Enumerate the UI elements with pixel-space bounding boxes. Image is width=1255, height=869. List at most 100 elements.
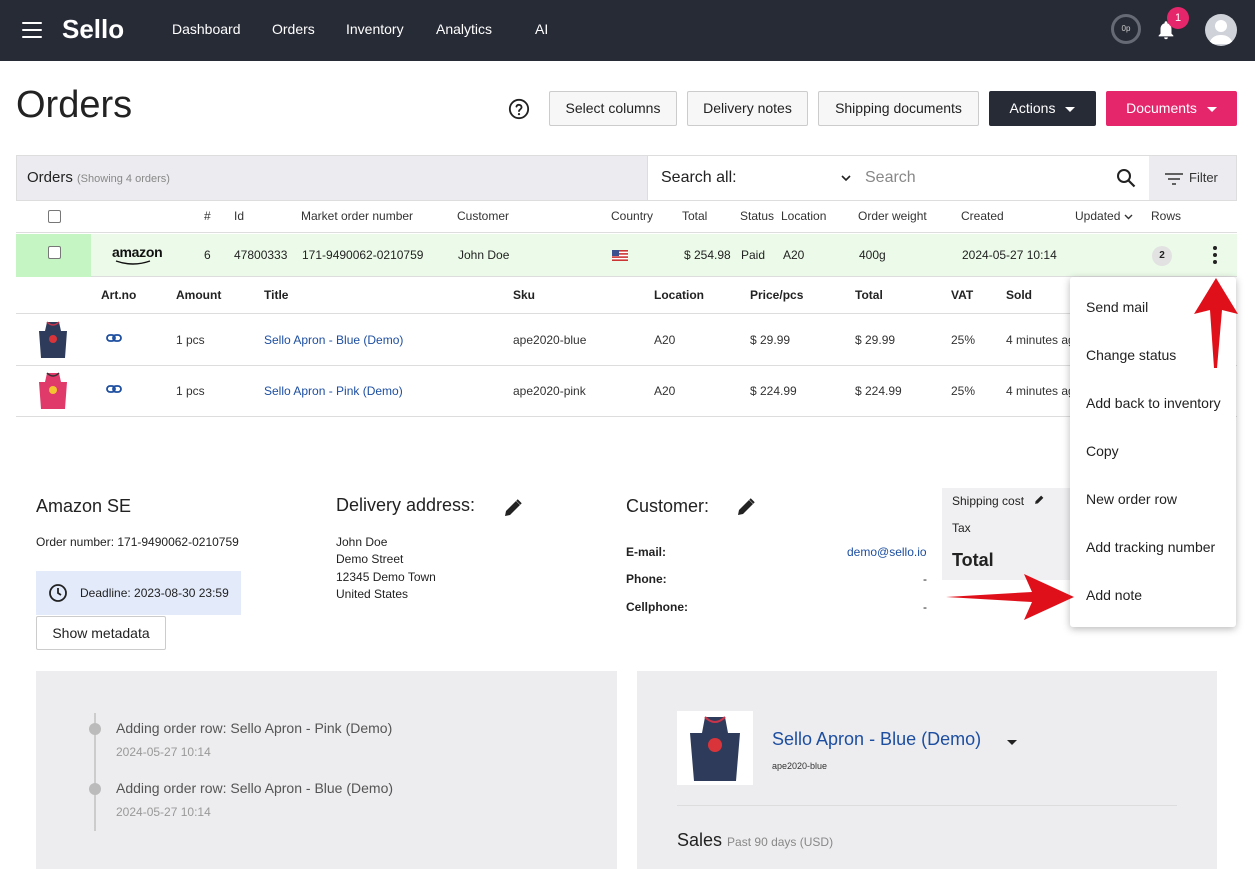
nav-dashboard[interactable]: Dashboard xyxy=(172,21,241,37)
orders-label: Orders (Showing 4 orders) xyxy=(27,169,170,186)
cellphone-value: - xyxy=(923,600,927,614)
show-metadata-button[interactable]: Show metadata xyxy=(36,616,166,650)
product-title-link[interactable]: Sello Apron - Blue (Demo) xyxy=(772,729,981,750)
search-box: Search all: Search xyxy=(647,156,1149,200)
search-icon[interactable] xyxy=(1116,168,1136,188)
menu-item-add-tracking-number[interactable]: Add tracking number xyxy=(1086,539,1215,555)
order-number: 6 xyxy=(204,248,211,262)
amazon-logo: amazon xyxy=(112,244,163,260)
timeline-event-date: 2024-05-27 10:14 xyxy=(116,745,211,759)
product-dropdown-caret-icon[interactable] xyxy=(1007,740,1017,745)
search-scope-select[interactable]: Search all: xyxy=(661,169,737,187)
nav-inventory[interactable]: Inventory xyxy=(346,21,404,37)
item-title-link[interactable]: Sello Apron - Pink (Demo) xyxy=(264,384,403,398)
col-market-order-number[interactable]: Market order number xyxy=(301,209,413,223)
delivery-line: John Doe xyxy=(336,535,388,549)
shipping-documents-button[interactable]: Shipping documents xyxy=(818,91,979,126)
total-label: Total xyxy=(952,550,994,570)
order-items-header: Art.no Amount Title Sku Location Price/p… xyxy=(16,278,1237,314)
page-title: Orders xyxy=(16,84,133,126)
orders-toolbar: Orders (Showing 4 orders) Search all: Se… xyxy=(16,155,1237,201)
item-title-link[interactable]: Sello Apron - Blue (Demo) xyxy=(264,333,403,347)
edit-shipping-pencil-icon[interactable] xyxy=(1034,494,1045,505)
tax-label: Tax xyxy=(952,521,971,535)
search-input[interactable]: Search xyxy=(865,169,916,187)
timeline-event-title: Adding order row: Sello Apron - Blue (De… xyxy=(116,780,394,796)
help-icon[interactable] xyxy=(508,98,530,120)
annotation-arrow-right-icon xyxy=(946,574,1074,620)
chevron-down-icon[interactable] xyxy=(841,173,851,183)
order-row[interactable]: amazon 6 47800333 171-9490062-0210759 Jo… xyxy=(16,234,1237,277)
nav-analytics[interactable]: Analytics xyxy=(436,21,492,37)
customer-title: Customer: xyxy=(626,496,710,516)
documents-button-label: Documents xyxy=(1126,100,1197,116)
caret-down-icon xyxy=(1206,106,1217,112)
col-updated-label: Updated xyxy=(1075,209,1121,223)
col-id[interactable]: Id xyxy=(234,209,244,223)
col-created[interactable]: Created xyxy=(961,209,1004,223)
col-rows[interactable]: Rows xyxy=(1151,209,1181,223)
link-icon[interactable] xyxy=(106,383,122,395)
item-amount: 1 pcs xyxy=(176,333,205,347)
menu-item-add-back-to-inventory[interactable]: Add back to inventory xyxy=(1086,395,1221,411)
col-status[interactable]: Status xyxy=(740,209,774,223)
edit-delivery-pencil-icon[interactable] xyxy=(503,498,523,518)
documents-button[interactable]: Documents xyxy=(1106,91,1237,126)
item-location: A20 xyxy=(654,384,676,398)
caret-down-icon xyxy=(1065,106,1076,112)
cellphone-label: Cellphone: xyxy=(626,600,688,614)
edit-customer-pencil-icon[interactable] xyxy=(736,497,756,517)
more-options-icon[interactable] xyxy=(1213,246,1219,266)
user-avatar[interactable] xyxy=(1205,14,1237,46)
phone-label: Phone: xyxy=(626,572,667,586)
item-sold: 4 minutes ag xyxy=(1006,384,1075,398)
sello-logo[interactable]: Sello xyxy=(62,14,124,45)
menu-item-new-order-row[interactable]: New order row xyxy=(1086,491,1177,507)
item-location: A20 xyxy=(654,333,676,347)
notification-count-badge[interactable]: 1 xyxy=(1167,7,1189,29)
item-sold: 4 minutes ag xyxy=(1006,333,1075,347)
shipping-cost-label: Shipping cost xyxy=(952,494,1025,508)
order-total: $ 254.98 xyxy=(684,248,731,262)
email-link[interactable]: demo@sello.io xyxy=(847,545,927,559)
link-icon[interactable] xyxy=(106,332,122,344)
col-art-no: Art.no xyxy=(101,288,137,302)
select-all-checkbox[interactable] xyxy=(48,210,61,223)
menu-item-change-status[interactable]: Change status xyxy=(1086,347,1176,363)
menu-item-add-note[interactable]: Add note xyxy=(1086,587,1142,603)
select-columns-button[interactable]: Select columns xyxy=(549,91,677,126)
nav-orders[interactable]: Orders xyxy=(272,21,315,37)
col-total[interactable]: Total xyxy=(682,209,707,223)
usage-indicator[interactable]: 0p xyxy=(1111,14,1141,44)
order-checkbox[interactable] xyxy=(48,246,61,259)
item-price: $ 224.99 xyxy=(750,384,797,398)
sort-chevron-icon xyxy=(1124,214,1133,220)
actions-button[interactable]: Actions xyxy=(989,91,1096,126)
col-updated[interactable]: Updated xyxy=(1075,209,1133,223)
menu-item-copy[interactable]: Copy xyxy=(1086,443,1119,459)
col-order-weight[interactable]: Order weight xyxy=(858,209,927,223)
delivery-notes-button[interactable]: Delivery notes xyxy=(687,91,808,126)
col-country[interactable]: Country xyxy=(611,209,653,223)
apron-pink-image xyxy=(39,372,67,409)
filter-icon xyxy=(1165,172,1183,185)
col-number[interactable]: # xyxy=(204,209,211,223)
col-title: Title xyxy=(264,288,289,302)
col-customer[interactable]: Customer xyxy=(457,209,509,223)
order-row-selector xyxy=(16,234,91,277)
nav-ai[interactable]: AI xyxy=(535,21,548,37)
apron-blue-image xyxy=(39,321,67,358)
order-history-panel: Adding order row: Sello Apron - Pink (De… xyxy=(36,671,617,869)
col-location[interactable]: Location xyxy=(781,209,826,223)
delivery-title: Delivery address: xyxy=(336,495,476,515)
filter-button[interactable]: Filter xyxy=(1165,170,1218,185)
order-item-row: 1 pcs Sello Apron - Pink (Demo) ape2020-… xyxy=(16,366,1237,417)
annotation-arrow-up-icon xyxy=(1194,278,1238,368)
order-customer: John Doe xyxy=(458,248,510,262)
email-label: E-mail: xyxy=(626,545,667,559)
menu-item-send-mail[interactable]: Send mail xyxy=(1086,299,1148,315)
order-id: 47800333 xyxy=(234,248,288,262)
menu-icon[interactable] xyxy=(22,22,42,38)
deadline-box: Deadline: 2023-08-30 23:59 xyxy=(36,571,241,615)
col-amount: Amount xyxy=(176,288,222,302)
